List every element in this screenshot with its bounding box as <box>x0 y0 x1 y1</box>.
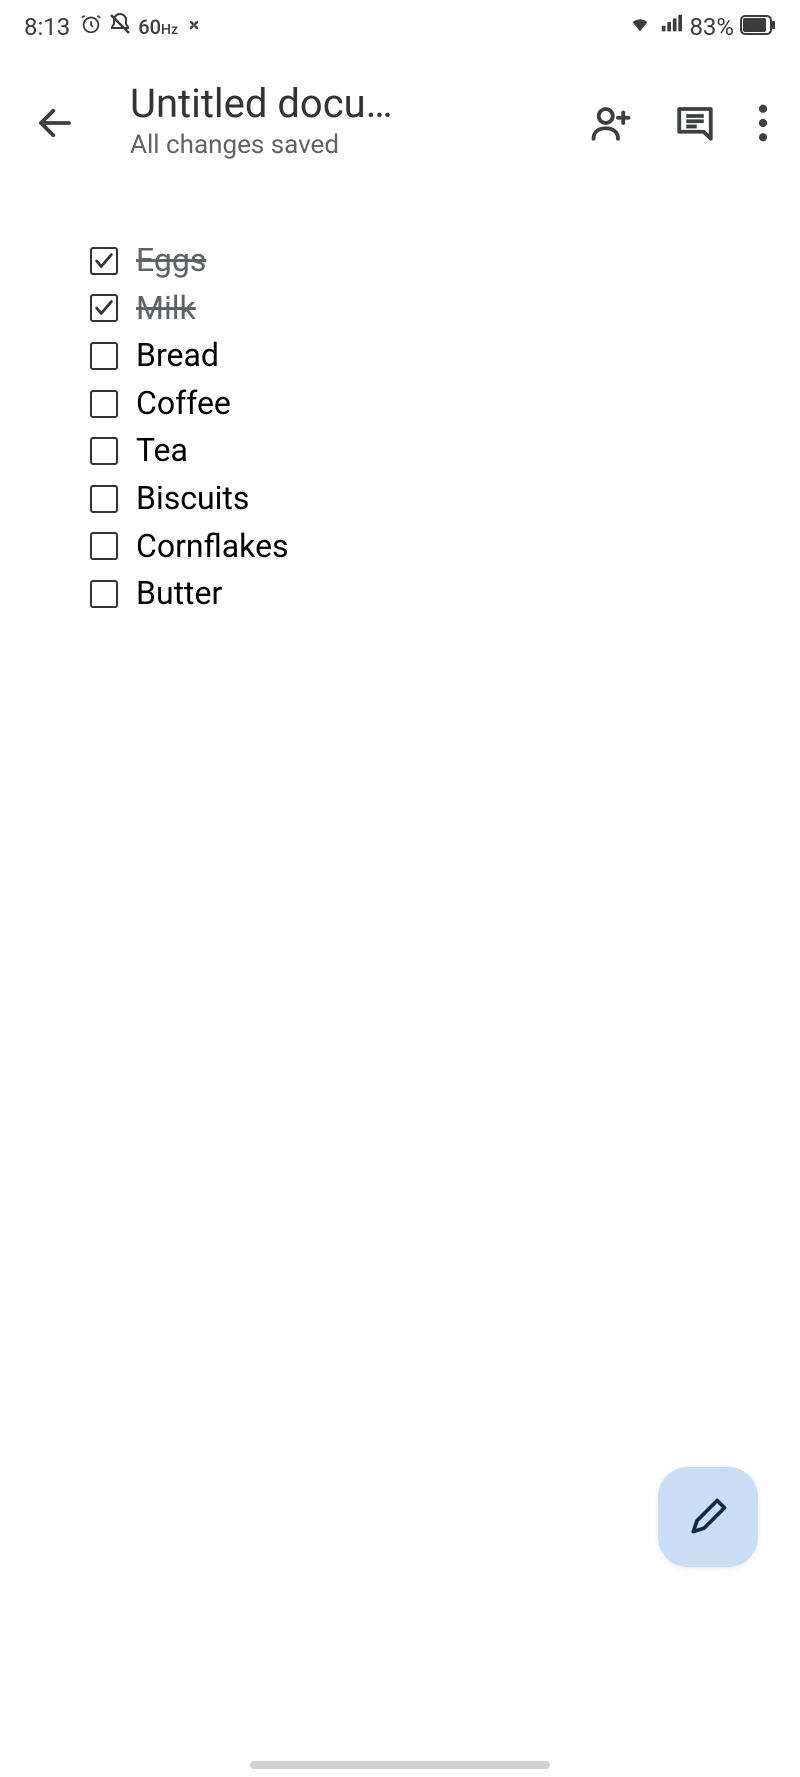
battery-icon <box>740 13 776 41</box>
checkbox[interactable] <box>90 437 118 465</box>
share-button[interactable] <box>590 102 632 144</box>
comments-button[interactable] <box>674 102 716 144</box>
status-time: 8:13 <box>24 13 70 41</box>
comment-icon <box>674 102 716 144</box>
nav-handle[interactable] <box>250 1761 550 1769</box>
list-item-label: Tea <box>136 430 188 472</box>
list-item-label: Bread <box>136 335 219 377</box>
status-left: 8:13 60Hz <box>24 12 204 42</box>
pencil-icon <box>686 1495 730 1539</box>
back-button[interactable] <box>30 96 80 144</box>
checkbox[interactable] <box>90 294 118 322</box>
checkbox[interactable] <box>90 580 118 608</box>
app-bar: Untitled docu… All changes saved <box>0 50 800 180</box>
list-item-label: Eggs <box>136 240 206 282</box>
person-add-icon <box>590 102 632 144</box>
list-item[interactable]: Cornflakes <box>90 526 710 568</box>
check-icon <box>93 250 115 272</box>
edit-fab[interactable] <box>658 1467 758 1567</box>
list-item-label: Butter <box>136 573 222 615</box>
checkbox[interactable] <box>90 532 118 560</box>
status-right: 83% <box>627 13 776 41</box>
list-item[interactable]: Eggs <box>90 240 710 282</box>
fan-icon <box>184 13 204 41</box>
list-item[interactable]: Butter <box>90 573 710 615</box>
more-button[interactable] <box>758 104 768 142</box>
list-item[interactable]: Tea <box>90 430 710 472</box>
refresh-rate: 60Hz <box>138 15 178 39</box>
list-item-label: Milk <box>136 288 196 330</box>
more-vert-icon <box>758 104 768 142</box>
alarm-icon <box>80 13 102 41</box>
list-item-label: Cornflakes <box>136 526 289 568</box>
title-area[interactable]: Untitled docu… All changes saved <box>100 80 570 160</box>
battery-percent: 83% <box>689 13 734 41</box>
save-status: All changes saved <box>130 130 570 160</box>
checkbox[interactable] <box>90 485 118 513</box>
document-body[interactable]: Eggs Milk Bread Coffee Tea Biscuits Cornflakes… <box>0 180 800 641</box>
document-title: Untitled docu… <box>130 80 570 128</box>
list-item[interactable]: Biscuits <box>90 478 710 520</box>
list-item-label: Biscuits <box>136 478 249 520</box>
list-item[interactable]: Coffee <box>90 383 710 425</box>
signal-icon <box>659 13 683 41</box>
check-icon <box>93 297 115 319</box>
wifi-icon <box>627 13 653 41</box>
checkbox[interactable] <box>90 342 118 370</box>
list-item-label: Coffee <box>136 383 231 425</box>
checkbox[interactable] <box>90 247 118 275</box>
checkbox[interactable] <box>90 390 118 418</box>
notification-mute-icon <box>108 12 132 42</box>
status-bar: 8:13 60Hz <box>0 0 800 50</box>
list-item[interactable]: Bread <box>90 335 710 377</box>
arrow-left-icon <box>34 102 76 144</box>
list-item[interactable]: Milk <box>90 288 710 330</box>
